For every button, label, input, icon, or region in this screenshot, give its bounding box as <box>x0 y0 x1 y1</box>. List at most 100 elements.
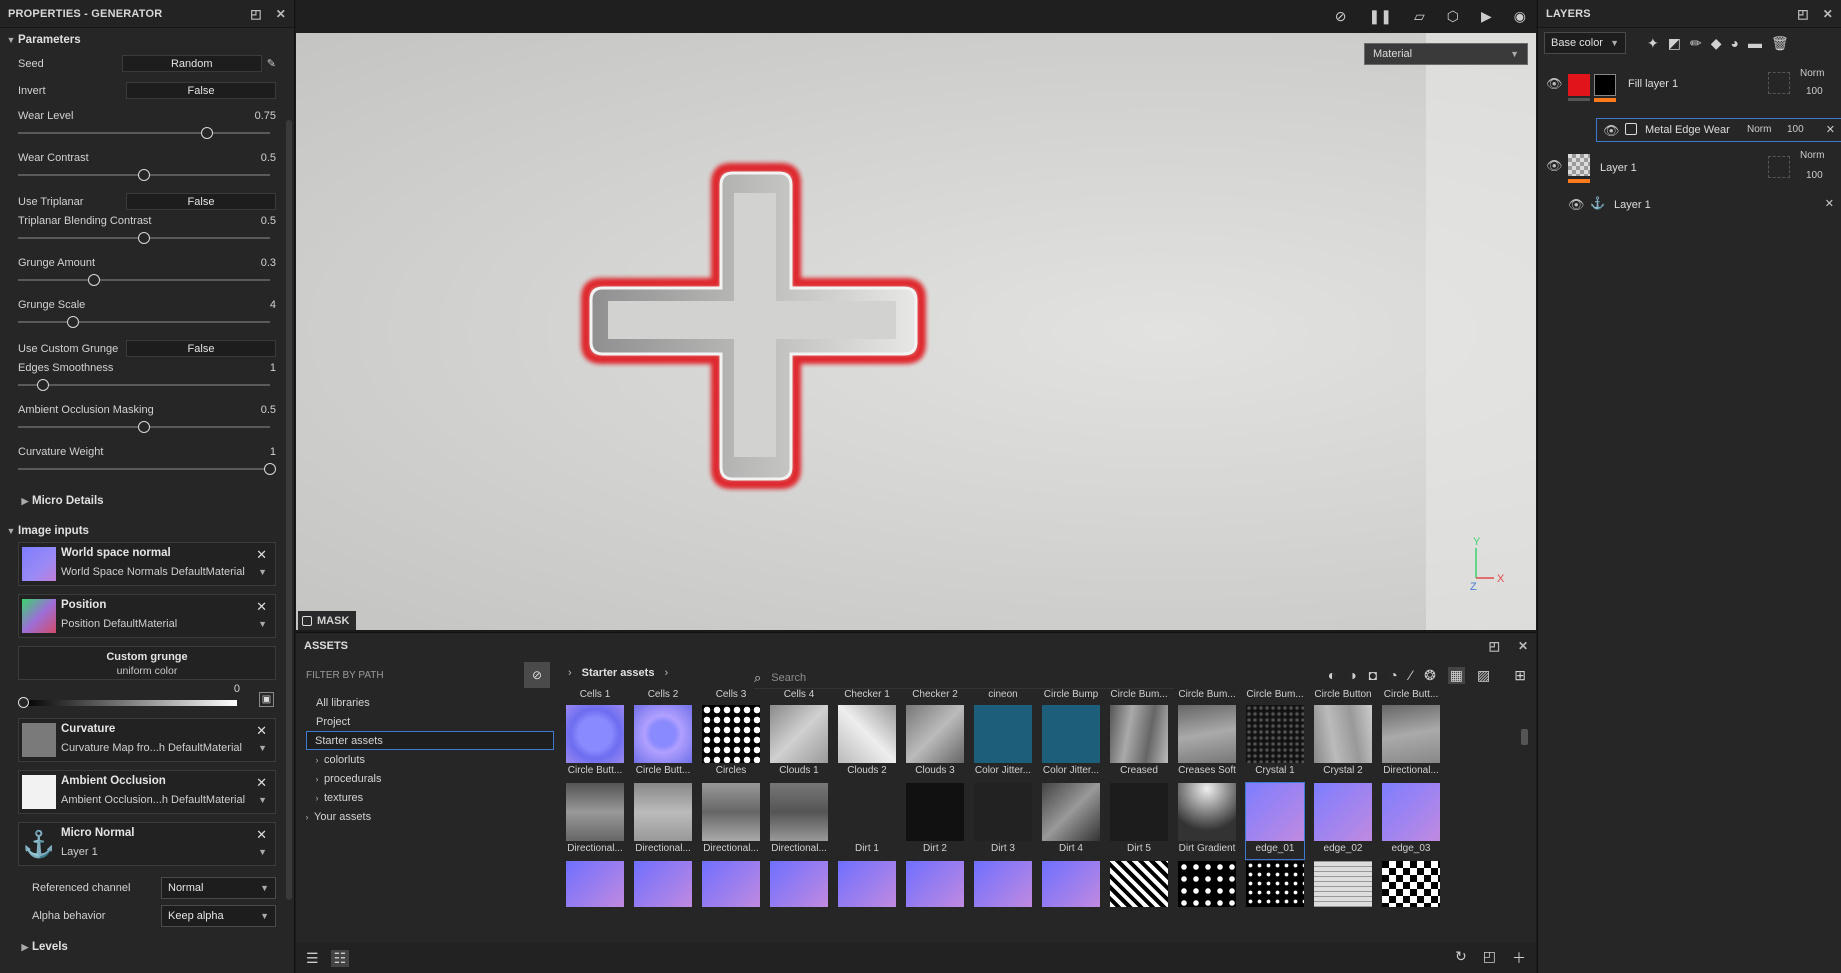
asset-item[interactable] <box>1178 861 1236 909</box>
asset-item[interactable] <box>1110 861 1168 909</box>
asset-item[interactable]: Crystal 2 <box>1314 705 1372 781</box>
asset-item[interactable]: Color Jitter... <box>974 705 1032 781</box>
asset-item[interactable]: Circle Butt... <box>634 705 692 781</box>
input-curvature[interactable]: Curvature Curvature Map fro...h DefaultM… <box>18 718 276 762</box>
asset-item[interactable] <box>702 861 760 909</box>
asset-item[interactable]: Dirt 5 <box>1110 783 1168 859</box>
asset-item[interactable] <box>1042 861 1100 909</box>
input-ambient-occlusion[interactable]: Ambient Occlusion Ambient Occlusion...h … <box>18 770 276 814</box>
asset-item[interactable] <box>838 861 896 909</box>
add-paint-layer-icon[interactable]: ✏ <box>1690 35 1702 52</box>
hide-overlay-icon[interactable]: ⊘ <box>1335 8 1347 25</box>
asset-item[interactable]: Color Jitter... <box>1042 705 1100 781</box>
asset-item[interactable]: edge_02 <box>1314 783 1372 859</box>
mask-badge[interactable]: MASK <box>298 611 356 630</box>
add-folder-icon[interactable]: ▬ <box>1748 35 1762 51</box>
invert-toggle[interactable]: False <box>126 82 276 99</box>
slider-handle[interactable] <box>87 274 100 286</box>
screenshot-camera-icon[interactable]: ◉ <box>1514 8 1526 25</box>
blend-mode[interactable]: Norm <box>1800 150 1824 161</box>
color-picker-icon[interactable]: ▣ <box>259 692 274 707</box>
seed-button[interactable]: Random <box>121 55 262 72</box>
asset-item[interactable] <box>634 861 692 909</box>
grid-scrollbar[interactable] <box>1521 729 1528 745</box>
remove-icon[interactable]: ✕ <box>256 775 267 791</box>
chevron-right-icon[interactable]: › <box>568 667 572 679</box>
camera-video-icon[interactable]: ▶ <box>1481 8 1492 25</box>
asset-item[interactable] <box>974 861 1032 909</box>
use-triplanar-toggle[interactable]: False <box>126 193 276 210</box>
asset-item[interactable]: Dirt 4 <box>1042 783 1100 859</box>
slider-handle[interactable] <box>18 697 29 708</box>
asset-item[interactable]: Circle Butt... <box>566 705 624 781</box>
refresh-icon[interactable]: ↻ <box>1455 948 1467 968</box>
cube-icon[interactable]: ⬡ <box>1447 8 1459 25</box>
levels-section[interactable]: ▶ Levels <box>0 934 294 960</box>
slider-track[interactable] <box>18 232 270 244</box>
micro-details-section[interactable]: ▶ Micro Details <box>0 488 294 514</box>
slider-handle[interactable] <box>138 232 150 244</box>
close-icon[interactable]: ✕ <box>276 7 286 21</box>
chevron-down-icon[interactable]: ▼ <box>258 619 267 629</box>
remove-icon[interactable]: ✕ <box>256 599 267 615</box>
close-icon[interactable]: ✕ <box>1826 123 1835 136</box>
eye-icon[interactable]: 👁 <box>1568 197 1585 213</box>
delete-icon[interactable]: 🗑 <box>1771 35 1789 52</box>
alpha-behavior-select[interactable]: Keep alpha ▼ <box>161 905 276 927</box>
remove-icon[interactable]: ✕ <box>256 827 267 843</box>
asset-item[interactable]: edge_01 <box>1245 782 1305 860</box>
tree-view-icon[interactable]: ☷ <box>330 949 350 967</box>
asset-item[interactable]: Dirt 1 <box>838 783 896 859</box>
textures-filter-icon[interactable]: ▦ <box>1447 667 1466 684</box>
tree-your-assets[interactable]: › Your assets <box>296 807 558 826</box>
opacity-value[interactable]: 100 <box>1806 86 1823 97</box>
brushes-filter-icon[interactable]: ⁄ <box>1410 667 1412 684</box>
slider-handle[interactable] <box>264 463 276 475</box>
slider-track[interactable] <box>18 463 276 475</box>
generators-filter-icon[interactable]: ◔ <box>1389 667 1397 684</box>
undock-icon[interactable]: ◰ <box>250 7 262 21</box>
blend-mode[interactable]: Norm <box>1747 124 1771 135</box>
input-micro-normal[interactable]: ⚓ Micro Normal Layer 1 ✕ ▼ <box>18 822 276 866</box>
channel-select[interactable]: Base color ▼ <box>1544 32 1626 54</box>
blend-mode[interactable]: Norm <box>1800 68 1824 79</box>
hide-filter-icon[interactable]: ⊘ <box>524 662 550 688</box>
asset-item[interactable] <box>906 861 964 909</box>
close-icon[interactable]: ✕ <box>1825 197 1834 210</box>
properties-scrollbar[interactable] <box>286 120 292 900</box>
slider-handle[interactable] <box>138 421 150 433</box>
use-custom-grunge-toggle[interactable]: False <box>126 340 276 357</box>
remove-icon[interactable]: ✕ <box>256 723 267 739</box>
masks-filter-icon[interactable]: ◘ <box>1369 667 1377 684</box>
asset-item[interactable]: Creases Soft <box>1178 705 1236 781</box>
opacity-value[interactable]: 100 <box>1787 124 1804 135</box>
add-mask-icon[interactable]: ◩ <box>1668 35 1681 52</box>
slider-track[interactable] <box>18 169 270 181</box>
slider-handle[interactable] <box>37 379 50 391</box>
pause-icon[interactable]: ❚❚ <box>1369 8 1392 25</box>
pencil-icon[interactable]: ✎ <box>267 57 276 70</box>
eye-icon[interactable]: 👁 <box>1546 158 1563 174</box>
asset-item[interactable]: Dirt 2 <box>906 783 964 859</box>
layer-layer-1[interactable]: 👁 Layer 1 Norm 100 <box>1538 146 1841 194</box>
undock-icon[interactable]: ◰ <box>1797 7 1809 21</box>
breadcrumb-item[interactable]: Starter assets <box>582 667 655 679</box>
tree-starter-assets[interactable]: Starter assets <box>306 731 554 750</box>
new-library-icon[interactable]: ◰ <box>1483 948 1496 968</box>
add-fill-layer-icon[interactable]: ◆ <box>1711 35 1722 52</box>
chevron-down-icon[interactable]: ▼ <box>258 743 267 753</box>
particles-filter-icon[interactable]: ❂ <box>1424 667 1436 684</box>
material-select[interactable]: Material ▼ <box>1364 43 1528 65</box>
asset-item[interactable] <box>770 861 828 909</box>
asset-item[interactable] <box>1382 861 1440 909</box>
asset-item[interactable]: Directional... <box>770 783 828 859</box>
layer-anchor-layer-1[interactable]: 👁 ⚓ Layer 1 ✕ <box>1538 194 1841 216</box>
slider-track[interactable] <box>18 127 270 139</box>
grid-view-icon[interactable]: ⊞ <box>1514 667 1526 684</box>
slider-handle[interactable] <box>67 316 80 328</box>
slider-track[interactable] <box>18 379 270 391</box>
tree-procedurals[interactable]: › procedurals <box>296 769 558 788</box>
tree-all-libraries[interactable]: All libraries <box>296 693 558 712</box>
asset-item[interactable]: Dirt Gradient <box>1178 783 1236 859</box>
asset-item[interactable] <box>1314 861 1372 909</box>
